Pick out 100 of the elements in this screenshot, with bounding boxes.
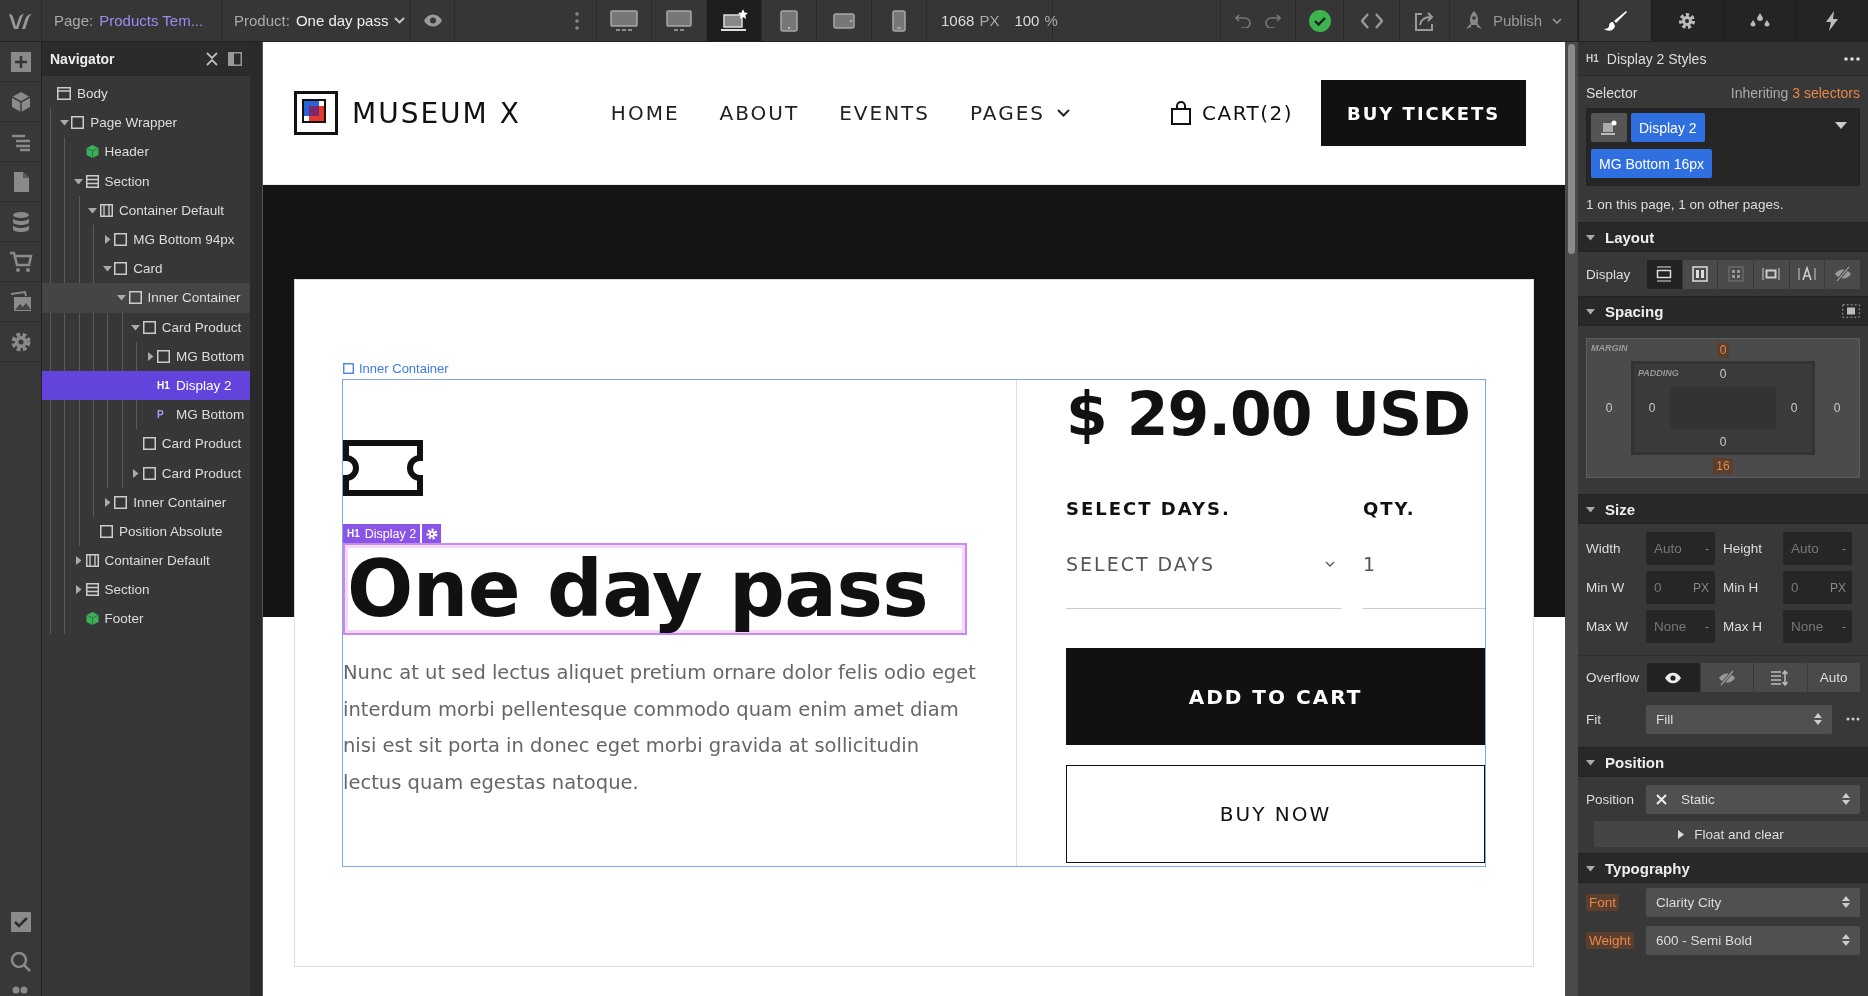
- more-icon[interactable]: [1846, 717, 1860, 721]
- overflow-option[interactable]: Auto: [1806, 663, 1860, 692]
- settings-icon[interactable]: [425, 527, 438, 540]
- collapse-icon[interactable]: [206, 52, 218, 66]
- dock-panel-icon[interactable]: [228, 52, 242, 66]
- caret-down-icon[interactable]: [1586, 306, 1595, 316]
- check-circle-icon[interactable]: [1308, 9, 1331, 32]
- nav-link[interactable]: HOME: [610, 101, 680, 125]
- float-and-clear-button[interactable]: Float and clear: [1594, 821, 1868, 847]
- nav-link[interactable]: ABOUT: [719, 101, 800, 125]
- navigator-item[interactable]: Page Wrapper: [42, 108, 250, 138]
- cart-icon[interactable]: [8, 249, 33, 274]
- spacing-preset-icon[interactable]: [1842, 304, 1860, 318]
- buy-tickets-button[interactable]: BUY TICKETS: [1321, 80, 1527, 146]
- size-field[interactable]: Auto -: [1646, 532, 1715, 565]
- caret-down-icon[interactable]: [74, 176, 84, 186]
- fit-select[interactable]: Fill: [1646, 704, 1832, 734]
- caret-right-icon[interactable]: [102, 235, 112, 245]
- spacing-value[interactable]: 0: [1605, 401, 1613, 415]
- navigator-item[interactable]: Position Absolute: [42, 516, 250, 546]
- size-input[interactable]: 0: [1789, 579, 1830, 596]
- size-input[interactable]: 0: [1652, 579, 1693, 596]
- caret-down-icon[interactable]: [131, 322, 141, 332]
- navigator-item[interactable]: Section: [42, 575, 250, 605]
- navigator-item[interactable]: Card Product: [42, 458, 250, 488]
- search-icon[interactable]: [8, 950, 33, 974]
- undo-icon[interactable]: [1235, 13, 1251, 28]
- caret-right-icon[interactable]: [131, 468, 141, 478]
- buy-now-button[interactable]: BUY NOW: [1066, 765, 1485, 863]
- size-field[interactable]: None -: [1646, 610, 1715, 643]
- nav-link[interactable]: PAGES: [970, 101, 1070, 125]
- position-select[interactable]: Static: [1646, 784, 1860, 814]
- class-chip[interactable]: Display 2: [1631, 113, 1705, 142]
- code-icon[interactable]: [1360, 11, 1383, 30]
- caret-down-icon[interactable]: [59, 118, 69, 128]
- product-name[interactable]: One day pass: [295, 12, 389, 29]
- navigator-item[interactable]: Header: [42, 137, 250, 167]
- size-input[interactable]: None: [1789, 618, 1842, 635]
- spacing-value[interactable]: 16: [1713, 458, 1733, 474]
- add-to-cart-button[interactable]: ADD TO CART: [1066, 648, 1485, 745]
- caret-down-icon[interactable]: [117, 293, 126, 303]
- days-select[interactable]: SELECT DAYS: [1066, 519, 1341, 609]
- spacing-value[interactable]: 0: [1716, 342, 1730, 358]
- panel-tab[interactable]: [1723, 0, 1796, 41]
- size-field[interactable]: Auto -: [1783, 532, 1852, 565]
- class-chip[interactable]: MG Bottom 16px: [1591, 149, 1713, 178]
- export-icon[interactable]: [1413, 10, 1436, 31]
- spacing-value[interactable]: 0: [1648, 401, 1656, 415]
- caret-right-icon[interactable]: [145, 351, 155, 361]
- caret-right-icon[interactable]: [74, 556, 84, 566]
- navigator-item[interactable]: Card: [42, 254, 250, 284]
- panel-tab[interactable]: [1795, 0, 1868, 41]
- redo-icon[interactable]: [1265, 13, 1281, 28]
- add-icon[interactable]: [8, 49, 33, 74]
- caret-right-icon[interactable]: [74, 585, 84, 595]
- navigator-item[interactable]: Footer: [42, 604, 250, 634]
- typography-select[interactable]: 600 - Semi Bold: [1646, 925, 1860, 955]
- page-name[interactable]: Products Tem...: [99, 12, 204, 29]
- cart-link[interactable]: CART(2): [1170, 101, 1294, 125]
- spacing-value[interactable]: 0: [1833, 401, 1841, 415]
- navigator-item[interactable]: MG Bottom 94px: [42, 224, 250, 255]
- nav-link[interactable]: EVENTS: [839, 101, 931, 125]
- caret-down-icon[interactable]: [1586, 757, 1595, 767]
- navigator-item[interactable]: MG Bottom: [42, 341, 250, 371]
- navigator-item[interactable]: P MG Bottom: [42, 400, 250, 430]
- size-input[interactable]: Auto: [1652, 540, 1705, 557]
- zoom-value[interactable]: 100: [1014, 12, 1040, 29]
- device-button[interactable]: [707, 0, 762, 41]
- logo-icon[interactable]: [294, 91, 338, 135]
- element-badge[interactable]: H1 Display 2: [343, 524, 421, 543]
- navigator-item[interactable]: Card Product: [42, 429, 250, 459]
- device-state-icon[interactable]: [1600, 119, 1618, 136]
- product-title[interactable]: One day pass: [343, 543, 967, 635]
- caret-down-icon[interactable]: [88, 205, 98, 215]
- caret-down-icon[interactable]: [1835, 122, 1847, 129]
- navigator-item[interactable]: Container Default: [42, 546, 250, 576]
- size-field[interactable]: None -: [1783, 610, 1852, 643]
- more-vertical-icon[interactable]: [574, 11, 579, 30]
- navigator-item[interactable]: Section: [42, 166, 250, 196]
- display-option[interactable]: [1753, 259, 1789, 289]
- size-input[interactable]: Auto: [1789, 540, 1842, 557]
- selector-field[interactable]: Display 2 MG Bottom 16px: [1586, 108, 1860, 186]
- panel-tab[interactable]: [1650, 0, 1723, 41]
- spacing-value[interactable]: 0: [1790, 401, 1798, 415]
- spacing-value[interactable]: 0: [1719, 435, 1727, 449]
- navigator-item[interactable]: Body: [42, 79, 250, 109]
- display-option[interactable]: [1788, 259, 1825, 289]
- caret-down-icon[interactable]: [102, 264, 112, 274]
- navigator-item[interactable]: H1 Display 2: [42, 370, 250, 401]
- caret-right-icon[interactable]: [102, 497, 112, 507]
- navigator-item[interactable]: Inner Container: [42, 487, 250, 517]
- size-input[interactable]: None: [1652, 618, 1705, 635]
- size-field[interactable]: 0 PX: [1783, 571, 1852, 604]
- width-value[interactable]: 1068: [941, 12, 975, 29]
- scrollbar-thumb[interactable]: [1568, 44, 1575, 254]
- brand-name[interactable]: MUSEUM X: [352, 96, 521, 130]
- navigator-item[interactable]: Card Product: [42, 312, 250, 342]
- size-field[interactable]: 0 PX: [1646, 571, 1715, 604]
- caret-down-icon[interactable]: [1586, 504, 1595, 514]
- navigator-item[interactable]: Inner Container: [42, 283, 250, 313]
